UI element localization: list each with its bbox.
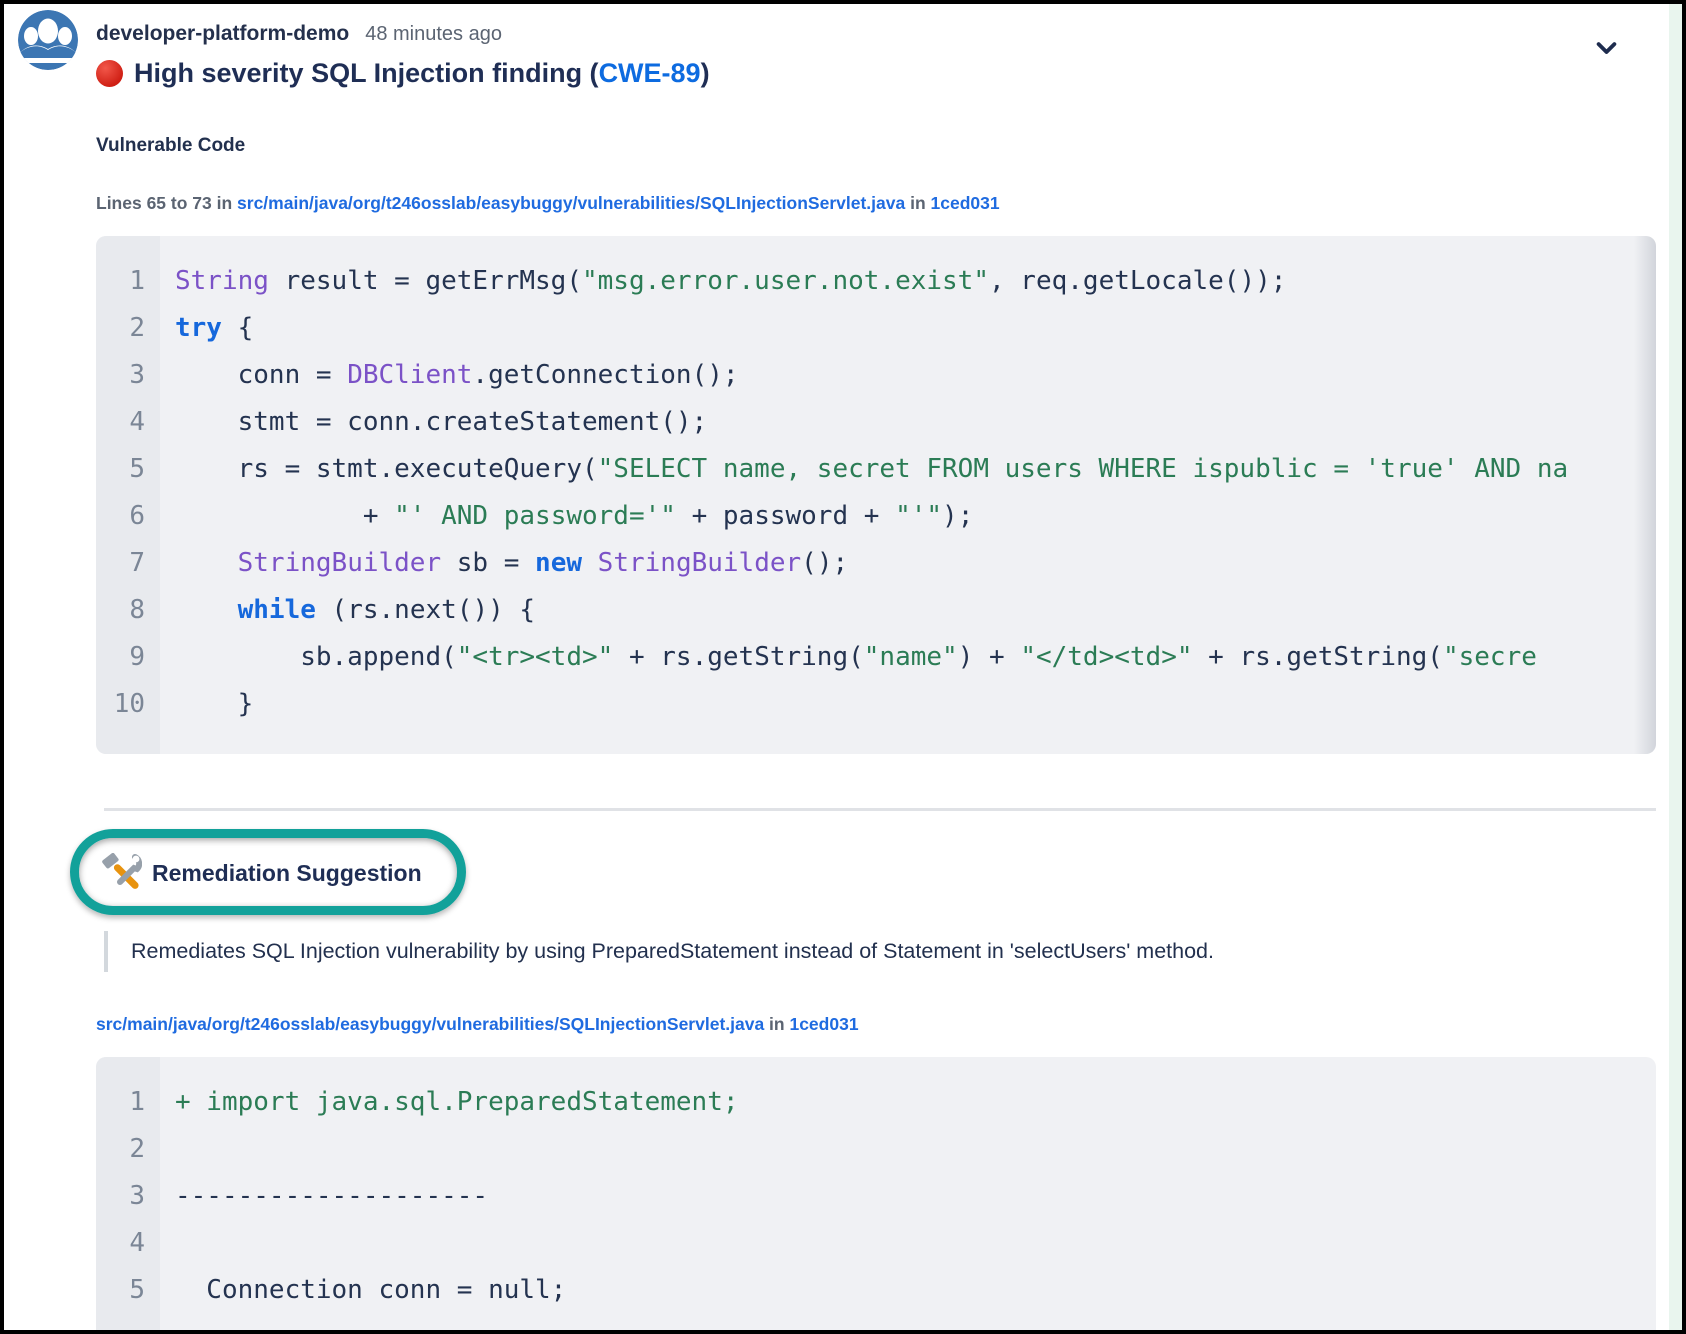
code-context-line: Lines 65 to 73 in src/main/java/org/t246… <box>96 193 1656 214</box>
timestamp: 48 minutes ago <box>365 23 502 46</box>
code-text: conn = DBClient.getConnection(); <box>160 352 1656 399</box>
commit-link-2[interactable]: 1ced031 <box>789 1014 858 1034</box>
hammer-wrench-icon <box>102 853 142 893</box>
code-line: 4 stmt = conn.createStatement(); <box>96 399 1656 446</box>
code-line: 3-------------------- <box>96 1173 1656 1220</box>
code-line: 10 } <box>96 681 1656 728</box>
code-text: rs = stmt.executeQuery("SELECT name, sec… <box>160 446 1656 493</box>
commit-link[interactable]: 1ced031 <box>931 193 1000 213</box>
remediation-heading-row: Remediation Suggestion <box>96 845 1656 901</box>
code-text: stmt = conn.createStatement(); <box>160 399 1656 446</box>
screenshot-frame: developer-platform-demo 48 minutes ago H… <box>0 0 1686 1334</box>
code-line: 2try { <box>96 305 1656 352</box>
remediation-context-line: src/main/java/org/t246osslab/easybuggy/v… <box>96 1014 1656 1035</box>
line-number: 10 <box>96 681 160 728</box>
byline: developer-platform-demo 48 minutes ago <box>96 22 1682 46</box>
line-number: 8 <box>96 587 160 634</box>
code-text: while (rs.next()) { <box>160 587 1656 634</box>
author-name[interactable]: developer-platform-demo <box>96 22 349 46</box>
line-number: 2 <box>96 1126 160 1173</box>
line-number: 5 <box>96 1267 160 1314</box>
file-path-link-2[interactable]: src/main/java/org/t246osslab/easybuggy/v… <box>96 1014 764 1034</box>
line-number: 4 <box>96 1220 160 1267</box>
title-close-paren: ) <box>701 58 710 89</box>
code-line: 3 conn = DBClient.getConnection(); <box>96 352 1656 399</box>
vulnerable-code-block[interactable]: 1String result = getErrMsg("msg.error.us… <box>96 236 1656 754</box>
line-number: 6 <box>96 493 160 540</box>
team-avatar-icon[interactable] <box>18 10 78 70</box>
remediation-heading: Remediation Suggestion <box>152 860 422 887</box>
line-number: 5 <box>96 446 160 493</box>
code-text <box>160 1126 1656 1173</box>
remediation-code-block[interactable]: 1+ import java.sql.PreparedStatement;23-… <box>96 1057 1656 1334</box>
line-number: 3 <box>96 1173 160 1220</box>
code-text: sb.append("<tr><td>" + rs.getString("nam… <box>160 634 1656 681</box>
code-line: 1String result = getErrMsg("msg.error.us… <box>96 258 1656 305</box>
code-text: String result = getErrMsg("msg.error.use… <box>160 258 1656 305</box>
line-number: 1 <box>96 258 160 305</box>
code-line: 7 StringBuilder sb = new StringBuilder()… <box>96 540 1656 587</box>
red-circle-icon <box>96 60 123 87</box>
comment-body: Vulnerable Code Lines 65 to 73 in src/ma… <box>96 135 1656 1334</box>
line-number: 9 <box>96 634 160 681</box>
code-line: 8 while (rs.next()) { <box>96 587 1656 634</box>
code-text: } <box>160 681 1656 728</box>
remediation-quote-text: Remediates SQL Injection vulnerability b… <box>131 939 1214 963</box>
line-number: 1 <box>96 1079 160 1126</box>
code-line: 4 <box>96 1220 1656 1267</box>
comment-header: developer-platform-demo 48 minutes ago H… <box>4 4 1682 89</box>
code-line: 5 rs = stmt.executeQuery("SELECT name, s… <box>96 446 1656 493</box>
code-line: 5 Connection conn = null; <box>96 1267 1656 1314</box>
chevron-down-icon[interactable] <box>1593 34 1620 66</box>
line-number: 4 <box>96 399 160 446</box>
code-text: -------------------- <box>160 1173 1656 1220</box>
code-line: 6 + "' AND password='" + password + "'")… <box>96 493 1656 540</box>
code-line: 9 sb.append("<tr><td>" + rs.getString("n… <box>96 634 1656 681</box>
code-text: StringBuilder sb = new StringBuilder(); <box>160 540 1656 587</box>
code-text: Connection conn = null; <box>160 1267 1656 1314</box>
vulnerable-code-heading: Vulnerable Code <box>96 135 1656 157</box>
line-number: 3 <box>96 352 160 399</box>
line-number: 2 <box>96 305 160 352</box>
line-number: 7 <box>96 540 160 587</box>
code-text: + "' AND password='" + password + "'"); <box>160 493 1656 540</box>
title-text: High severity SQL Injection finding ( <box>134 58 599 89</box>
lines-range-label: Lines 65 to 73 in <box>96 193 237 213</box>
in-label: in <box>905 193 930 213</box>
right-edge-strip <box>1669 4 1682 1330</box>
cwe-link[interactable]: CWE-89 <box>599 58 701 89</box>
code-text: try { <box>160 305 1656 352</box>
remediation-quote: Remediates SQL Injection vulnerability b… <box>104 931 1656 972</box>
section-divider <box>104 808 1656 811</box>
file-path-link[interactable]: src/main/java/org/t246osslab/easybuggy/v… <box>237 193 905 213</box>
code-text <box>160 1220 1656 1267</box>
code-text: + import java.sql.PreparedStatement; <box>160 1079 1656 1126</box>
finding-title: High severity SQL Injection finding ( CW… <box>96 58 1682 89</box>
in-label-2: in <box>764 1014 789 1034</box>
code-line: 2 <box>96 1126 1656 1173</box>
code-line: 1+ import java.sql.PreparedStatement; <box>96 1079 1656 1126</box>
